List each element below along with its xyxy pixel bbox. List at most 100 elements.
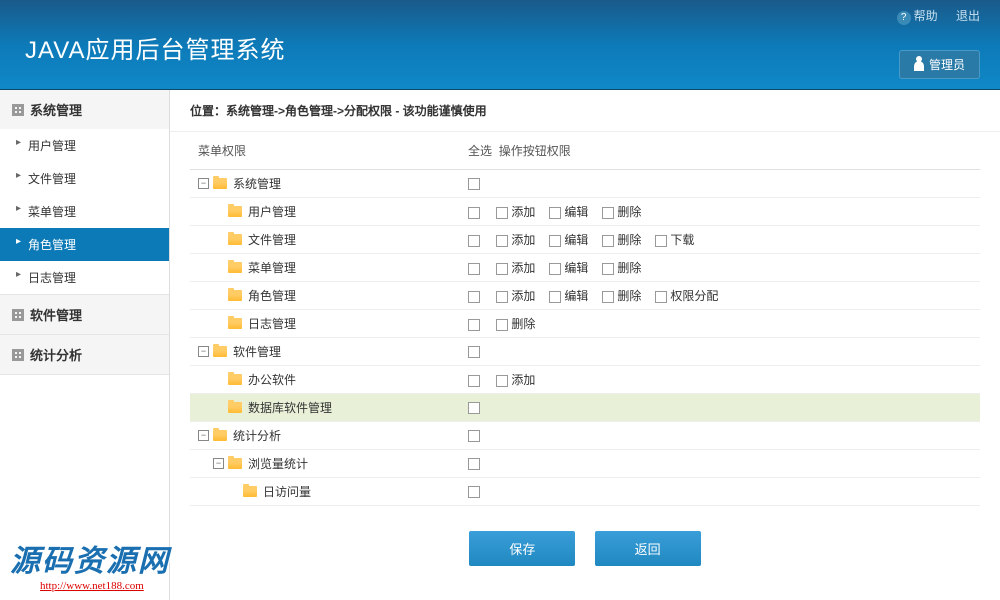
logout-link[interactable]: 退出 xyxy=(953,9,980,23)
table-row: − 统计分析 xyxy=(190,422,980,450)
button-row: 保存 返回 xyxy=(170,506,1000,591)
select-all-checkbox[interactable] xyxy=(468,207,480,219)
tree-node-label[interactable]: 浏览量统计 xyxy=(248,455,308,472)
table-row: − 软件管理 xyxy=(190,338,980,366)
user-button[interactable]: 管理员 xyxy=(899,50,980,79)
user-label: 管理员 xyxy=(929,58,965,72)
checkbox[interactable] xyxy=(496,207,508,219)
tree-node-label[interactable]: 文件管理 xyxy=(248,231,296,248)
table-row: 菜单管理 添加编辑删除 xyxy=(190,254,980,282)
select-all-checkbox[interactable] xyxy=(468,319,480,331)
sidebar-group-header[interactable]: 软件管理 xyxy=(0,295,169,334)
action-checkbox-edit[interactable]: 编辑 xyxy=(549,203,588,220)
action-checkbox-assign[interactable]: 权限分配 xyxy=(655,287,718,304)
folder-icon xyxy=(213,430,227,441)
action-checkbox-add[interactable]: 添加 xyxy=(496,259,535,276)
action-checkbox-edit[interactable]: 编辑 xyxy=(549,259,588,276)
action-checkbox-add[interactable]: 添加 xyxy=(496,287,535,304)
table-row: − 系统管理 xyxy=(190,170,980,198)
checkbox[interactable] xyxy=(602,207,614,219)
checkbox[interactable] xyxy=(496,263,508,275)
checkbox[interactable] xyxy=(496,235,508,247)
select-all-checkbox[interactable] xyxy=(468,375,480,387)
tree-node-label[interactable]: 办公软件 xyxy=(248,371,296,388)
tree-node-label[interactable]: 用户管理 xyxy=(248,203,296,220)
sidebar-item[interactable]: 角色管理 xyxy=(0,228,169,261)
select-all-checkbox[interactable] xyxy=(468,235,480,247)
help-link[interactable]: 帮助 xyxy=(897,9,938,23)
back-button[interactable]: 返回 xyxy=(595,531,701,566)
col-actions: 全选 操作按钮权限 xyxy=(460,132,980,170)
action-checkbox-edit[interactable]: 编辑 xyxy=(549,287,588,304)
action-checkbox-download[interactable]: 下载 xyxy=(655,231,694,248)
tree-node-label[interactable]: 角色管理 xyxy=(248,287,296,304)
select-all-checkbox[interactable] xyxy=(468,486,480,498)
select-all-checkbox[interactable] xyxy=(468,346,480,358)
select-all-label: 全选 xyxy=(468,144,492,158)
table-row: 日志管理 删除 xyxy=(190,310,980,338)
table-row: 角色管理 添加编辑删除权限分配 xyxy=(190,282,980,310)
tree-node-label[interactable]: 菜单管理 xyxy=(248,259,296,276)
select-all-checkbox[interactable] xyxy=(468,458,480,470)
checkbox[interactable] xyxy=(496,291,508,303)
checkbox[interactable] xyxy=(549,207,561,219)
checkbox[interactable] xyxy=(496,375,508,387)
table-row: 用户管理 添加编辑删除 xyxy=(190,198,980,226)
action-checkbox-add[interactable]: 添加 xyxy=(496,371,535,388)
sidebar-item[interactable]: 日志管理 xyxy=(0,261,169,294)
checkbox[interactable] xyxy=(549,263,561,275)
checkbox[interactable] xyxy=(655,235,667,247)
checkbox[interactable] xyxy=(602,291,614,303)
action-checkbox-delete[interactable]: 删除 xyxy=(602,203,641,220)
checkbox[interactable] xyxy=(602,235,614,247)
folder-icon xyxy=(228,234,242,245)
tree-node-label[interactable]: 日访问量 xyxy=(263,483,311,500)
grid-icon xyxy=(12,349,24,361)
action-checkbox-add[interactable]: 添加 xyxy=(496,203,535,220)
checkbox[interactable] xyxy=(549,235,561,247)
tree-node-label[interactable]: 系统管理 xyxy=(233,175,281,192)
checkbox[interactable] xyxy=(496,319,508,331)
sidebar-item[interactable]: 用户管理 xyxy=(0,129,169,162)
tree-toggle-icon[interactable]: − xyxy=(213,458,224,469)
table-row: 办公软件 添加 xyxy=(190,366,980,394)
folder-icon xyxy=(228,318,242,329)
action-checkbox-add[interactable]: 添加 xyxy=(496,231,535,248)
select-all-checkbox[interactable] xyxy=(468,402,480,414)
grid-icon xyxy=(12,104,24,116)
select-all-checkbox[interactable] xyxy=(468,263,480,275)
sidebar-group-header[interactable]: 统计分析 xyxy=(0,335,169,374)
folder-icon xyxy=(228,290,242,301)
tree-node-label[interactable]: 软件管理 xyxy=(233,343,281,360)
main-content: 位置：系统管理->角色管理->分配权限 - 该功能谨慎使用 菜单权限 全选 操作… xyxy=(170,90,1000,600)
tree-toggle-icon[interactable]: − xyxy=(198,178,209,189)
save-button[interactable]: 保存 xyxy=(469,531,575,566)
folder-icon xyxy=(213,346,227,357)
action-checkbox-delete[interactable]: 删除 xyxy=(602,231,641,248)
permission-table: 菜单权限 全选 操作按钮权限 −系统管理 用户管理 添加编辑删除文件管理 添加编… xyxy=(190,132,980,506)
tree-node-label[interactable]: 数据库软件管理 xyxy=(248,399,332,416)
folder-icon xyxy=(228,458,242,469)
folder-icon xyxy=(228,262,242,273)
action-checkbox-edit[interactable]: 编辑 xyxy=(549,231,588,248)
tree-node-label[interactable]: 日志管理 xyxy=(248,315,296,332)
app-header: 帮助 退出 JAVA应用后台管理系统 管理员 xyxy=(0,0,1000,90)
sidebar-item[interactable]: 菜单管理 xyxy=(0,195,169,228)
tree-toggle-icon[interactable]: − xyxy=(198,346,209,357)
checkbox[interactable] xyxy=(602,263,614,275)
checkbox[interactable] xyxy=(655,291,667,303)
action-perm-label: 操作按钮权限 xyxy=(499,144,571,158)
action-checkbox-delete[interactable]: 删除 xyxy=(602,259,641,276)
sidebar-group-header[interactable]: 系统管理 xyxy=(0,90,169,129)
user-icon xyxy=(914,61,924,71)
col-menu-perm: 菜单权限 xyxy=(190,132,460,170)
checkbox[interactable] xyxy=(549,291,561,303)
select-all-checkbox[interactable] xyxy=(468,178,480,190)
tree-toggle-icon[interactable]: − xyxy=(198,430,209,441)
action-checkbox-delete[interactable]: 删除 xyxy=(602,287,641,304)
sidebar-item[interactable]: 文件管理 xyxy=(0,162,169,195)
action-checkbox-delete[interactable]: 删除 xyxy=(496,315,535,332)
tree-node-label[interactable]: 统计分析 xyxy=(233,427,281,444)
select-all-checkbox[interactable] xyxy=(468,291,480,303)
select-all-checkbox[interactable] xyxy=(468,430,480,442)
